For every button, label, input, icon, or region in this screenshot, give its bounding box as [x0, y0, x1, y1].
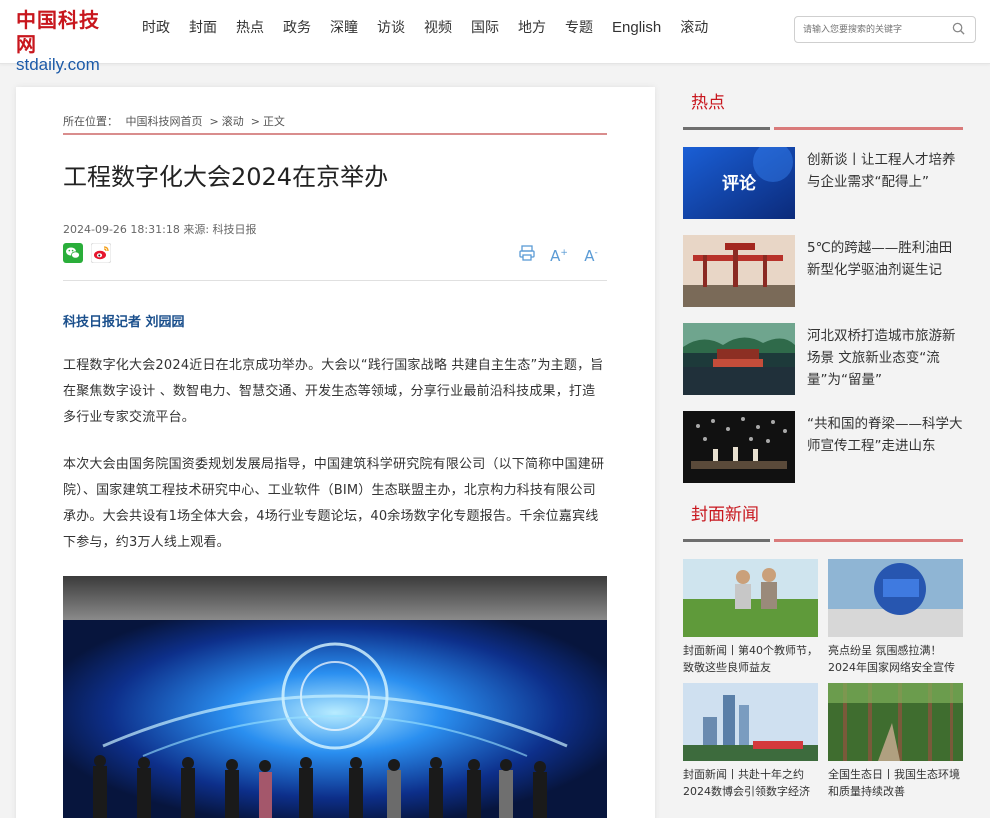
cover-item-title[interactable]: 全国生态日丨我国生态环境和质量持续改善 — [828, 766, 963, 800]
nav-item-shipin[interactable]: 视频 — [424, 17, 452, 39]
cover-item-title[interactable]: 亮点纷呈 氛围感拉满！2024年国家网络安全宣传 — [828, 642, 963, 676]
minus-icon: - — [594, 248, 598, 258]
section-divider — [683, 539, 963, 542]
breadcrumb-divider — [63, 133, 607, 135]
cover-thumb[interactable] — [828, 683, 963, 761]
stage-photo-illustration — [63, 576, 607, 818]
breadcrumb: 所在位置： 中国科技网首页 > 滚动 > 正文 — [63, 113, 289, 129]
font-decrease-button[interactable]: A- — [582, 243, 600, 265]
nav-item-redian[interactable]: 热点 — [236, 17, 264, 39]
nav-item-fengmian[interactable]: 封面 — [189, 17, 217, 39]
hot-thumb[interactable] — [683, 411, 795, 483]
article-meta: 2024-09-26 18:31:18 来源: 科技日报 — [63, 223, 257, 236]
cover-item[interactable]: 封面新闻丨第40个教师节，致敬这些良师益友 — [683, 559, 818, 676]
hot-thumb[interactable] — [683, 235, 795, 307]
cover-item-title[interactable]: 封面新闻丨共赴十年之约 2024数博会引领数字经济 — [683, 766, 818, 800]
search-input[interactable] — [795, 17, 945, 43]
hot-item[interactable]: 5℃的跨越——胜利油田新型化学驱油剂诞生记 — [683, 235, 963, 307]
hot-thumb[interactable]: 评论 — [683, 147, 795, 219]
nav-item-zhengwu[interactable]: 政务 — [283, 17, 311, 39]
article-paragraph: 本次大会由国务院国资委规划发展局指导，中国建筑科学研究院有限公司（以下简称中国建… — [63, 457, 605, 550]
breadcrumb-current: 正文 — [262, 115, 285, 128]
hot-item-title[interactable]: “共和国的脊梁——科学大师宣传工程”走进山东 — [807, 413, 963, 457]
logo-english: stdaily.com — [16, 55, 100, 74]
search-icon[interactable] — [952, 22, 965, 35]
sidebar: 热点 评论 创新谈丨让工程人才培养与企业需求“配得上” 5℃的跨越——胜利油田新… — [683, 87, 963, 818]
breadcrumb-prefix: 所在位置： — [63, 115, 118, 128]
article-card: 所在位置： 中国科技网首页 > 滚动 > 正文 工程数字化大会2024在京举办 2024… — [16, 87, 655, 818]
search-box — [794, 16, 976, 43]
site-logo[interactable]: 中国科技网 stdaily.com — [16, 8, 116, 74]
cover-section-title[interactable]: 封面新闻 — [683, 499, 963, 539]
article-title: 工程数字化大会2024在京举办 — [63, 163, 389, 191]
nav-item-difang[interactable]: 地方 — [518, 17, 546, 39]
article-reporter: 科技日报记者 刘园园 — [63, 315, 185, 330]
content-divider — [63, 280, 607, 281]
article-photo — [63, 576, 607, 818]
wechat-share-icon[interactable] — [63, 243, 83, 263]
hot-item[interactable]: 河北双桥打造城市旅游新场景 文旅新业态变“流量”为“留量” — [683, 323, 963, 395]
print-icon[interactable] — [518, 243, 536, 263]
cover-item[interactable]: 全国生态日丨我国生态环境和质量持续改善 — [828, 683, 963, 800]
nav-item-shentong[interactable]: 深瞳 — [330, 17, 358, 39]
nav-item-fangtan[interactable]: 访谈 — [377, 17, 405, 39]
hot-thumb[interactable] — [683, 323, 795, 395]
nav-item-shizheng[interactable]: 时政 — [142, 17, 170, 39]
section-divider — [683, 127, 963, 130]
site-header: 中国科技网 stdaily.com 时政 封面 热点 政务 深瞳 访谈 视频 国… — [0, 0, 990, 74]
nav-item-english[interactable]: English — [612, 17, 661, 39]
hot-item-title[interactable]: 河北双桥打造城市旅游新场景 文旅新业态变“流量”为“留量” — [807, 325, 963, 391]
nav-item-guoji[interactable]: 国际 — [471, 17, 499, 39]
font-decrease-label: A — [584, 247, 595, 265]
weibo-share-icon[interactable] — [91, 243, 111, 263]
cover-item[interactable]: 封面新闻丨共赴十年之约 2024数博会引领数字经济 — [683, 683, 818, 800]
hot-item-title[interactable]: 创新谈丨让工程人才培养与企业需求“配得上” — [807, 149, 963, 193]
article-paragraph: 工程数字化大会2024近日在北京成功举办。大会以“践行国家战略 共建自主生态”为… — [63, 358, 604, 425]
cover-thumb[interactable] — [683, 683, 818, 761]
hot-section-title[interactable]: 热点 — [683, 87, 963, 127]
share-bar — [63, 243, 111, 263]
cover-thumb[interactable] — [683, 559, 818, 637]
cover-thumb[interactable] — [828, 559, 963, 637]
nav-item-zhuanti[interactable]: 专题 — [565, 17, 593, 39]
hot-item[interactable]: 评论 创新谈丨让工程人才培养与企业需求“配得上” — [683, 147, 963, 219]
font-increase-label: A — [550, 247, 561, 265]
hot-thumb-label: 评论 — [722, 173, 757, 194]
hot-item[interactable]: “共和国的脊梁——科学大师宣传工程”走进山东 — [683, 411, 963, 483]
cover-item-title[interactable]: 封面新闻丨第40个教师节，致敬这些良师益友 — [683, 642, 818, 676]
nav-item-gundong[interactable]: 滚动 — [680, 17, 708, 39]
main-nav: 时政 封面 热点 政务 深瞳 访谈 视频 国际 地方 专题 English 滚动 — [142, 17, 727, 39]
font-increase-button[interactable]: A+ — [550, 243, 568, 265]
article-tools: A+ A- — [518, 243, 600, 265]
cover-news-grid: 封面新闻丨第40个教师节，致敬这些良师益友 亮点纷呈 氛围感拉满！2024年国家… — [683, 559, 963, 818]
cover-item[interactable]: 亮点纷呈 氛围感拉满！2024年国家网络安全宣传 — [828, 559, 963, 676]
breadcrumb-separator: > — [250, 115, 260, 128]
logo-chinese: 中国科技网 — [16, 8, 100, 56]
plus-icon: + — [560, 248, 568, 258]
hot-item-title[interactable]: 5℃的跨越——胜利油田新型化学驱油剂诞生记 — [807, 237, 963, 281]
breadcrumb-home[interactable]: 中国科技网首页 — [126, 115, 203, 128]
breadcrumb-separator: > — [209, 115, 219, 128]
breadcrumb-section[interactable]: 滚动 — [222, 115, 244, 128]
